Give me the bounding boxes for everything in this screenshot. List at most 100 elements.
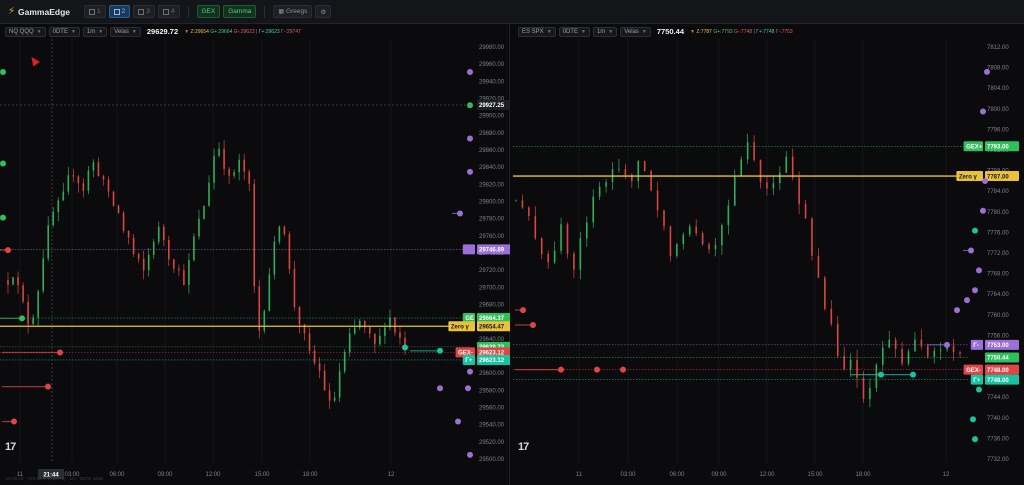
y-axis-tick-label: 29940.00: [479, 79, 505, 85]
level-label: GEX-: [966, 368, 981, 374]
candle-body: [27, 301, 29, 325]
gex-dot: [5, 247, 11, 254]
candle-body: [318, 363, 321, 371]
candle-body: [560, 224, 562, 251]
gex-dot: [437, 347, 443, 354]
gex-dot: [980, 207, 986, 214]
chevron-down-icon: ▼: [641, 28, 647, 35]
level-label: Γ+: [973, 378, 981, 384]
candle-body: [894, 339, 897, 349]
chevron-down-icon: ▼: [608, 28, 614, 35]
expiry-select[interactable]: 0DTE ▼: [48, 26, 80, 37]
candle-body: [288, 234, 291, 270]
y-axis-tick-label: 29980.00: [479, 45, 505, 51]
y-axis-tick-label: 7776.00: [987, 230, 1009, 236]
last-price: 29629.72: [146, 27, 179, 36]
candle-body: [766, 182, 768, 189]
layout-3-button[interactable]: 3: [133, 5, 155, 18]
gex-dot: [467, 168, 473, 175]
gex-dot: [972, 227, 978, 234]
settings-button[interactable]: ⚙: [315, 5, 332, 18]
gex-dot: [954, 307, 960, 314]
candle-body: [17, 277, 19, 286]
tradingview-logo[interactable]: 17: [518, 441, 529, 453]
candle-body: [772, 183, 775, 189]
candle-body: [824, 277, 826, 310]
y-axis-tick-label: 29700.00: [479, 285, 505, 291]
gex-dot: [970, 416, 976, 423]
candle-body: [708, 244, 710, 250]
gex-dot: [984, 68, 990, 75]
candle-body: [374, 333, 376, 345]
brand[interactable]: ⚡ GammaEdge: [8, 6, 70, 17]
candle-body: [540, 238, 543, 254]
y-axis-tick-label: 29500.00: [479, 457, 505, 463]
price-tag-value: 29623.12: [479, 358, 505, 364]
candle-body: [157, 226, 160, 242]
candle-body: [682, 234, 685, 245]
y-axis-tick-label: 7732.00: [987, 457, 1009, 463]
candle-body: [605, 182, 607, 187]
candle-body: [920, 339, 923, 347]
layout-grid-icon: [162, 8, 169, 15]
price-chart-left[interactable]: 29980.0029960.0029940.0029920.0029900.00…: [0, 39, 510, 485]
symbol-select[interactable]: NQ QQQ ▼: [5, 26, 46, 37]
candle-body: [132, 237, 135, 255]
y-axis-tick-label: 29820.00: [479, 182, 505, 188]
candle-body: [746, 142, 749, 160]
candle-body: [117, 205, 120, 213]
gex-dot: [982, 178, 988, 185]
candle-body: [669, 226, 672, 256]
gex-dot: [437, 385, 443, 392]
gex-dot: [620, 366, 626, 373]
candle-body: [534, 216, 537, 239]
chevron-down-icon: ▼: [131, 28, 137, 35]
tradingview-logo[interactable]: 17: [5, 441, 16, 453]
layout-4-button[interactable]: 4: [157, 5, 180, 18]
gex-dot: [976, 386, 982, 393]
candle-body: [47, 225, 50, 259]
candle-body: [817, 255, 820, 278]
candle-body: [656, 190, 659, 211]
gex-button[interactable]: GEX: [196, 5, 221, 18]
greeks-button[interactable]: ▦ Greegs: [273, 5, 313, 18]
expiry-select[interactable]: 0DTE ▼: [558, 26, 590, 37]
candle-body: [759, 160, 762, 183]
price-chart-right[interactable]: 7812.007808.007804.007800.007796.007792.…: [513, 39, 1024, 485]
candle-body: [107, 179, 110, 192]
candle-body: [203, 206, 205, 219]
toolbar-divider: [187, 5, 189, 18]
y-axis-tick-label: 29780.00: [479, 217, 505, 223]
gex-dot: [968, 247, 974, 254]
candle-body: [881, 347, 884, 365]
candle-body: [637, 161, 640, 182]
candle-body: [901, 348, 903, 364]
timeframe-select[interactable]: 1m ▼: [592, 26, 618, 37]
candle-body: [298, 307, 301, 325]
symbol-select[interactable]: ES SPX ▼: [518, 26, 556, 37]
level-label: Zero γ: [451, 324, 470, 330]
x-axis-tick-label: 11: [576, 472, 583, 478]
style-select[interactable]: Velas ▼: [110, 26, 141, 37]
candle-body: [32, 317, 34, 325]
gex-dot: [976, 267, 982, 274]
candle-body: [188, 260, 190, 285]
y-axis-tick-label: 29800.00: [479, 200, 505, 206]
candle-body: [959, 352, 961, 354]
y-axis-tick-label: 7772.00: [987, 251, 1009, 257]
chevron-down-icon: ▼: [70, 28, 76, 35]
layout-2-button[interactable]: 2: [108, 5, 131, 18]
style-select[interactable]: Velas ▼: [620, 26, 651, 37]
x-axis-tick-label: 12:00: [205, 472, 221, 478]
candle-body: [933, 350, 936, 357]
gamma-button[interactable]: Gamma: [223, 5, 257, 18]
price-tag-value: 7787.00: [987, 174, 1009, 180]
candle-body: [72, 175, 75, 177]
candle-body: [283, 226, 286, 235]
timeframe-select[interactable]: 1m ▼: [82, 26, 108, 37]
candle-body: [862, 377, 865, 399]
layout-grid-icon: [138, 8, 145, 15]
candle-body: [343, 352, 346, 372]
x-axis-tick-label: 18:00: [855, 472, 871, 478]
layout-1-button[interactable]: 1: [84, 5, 106, 18]
